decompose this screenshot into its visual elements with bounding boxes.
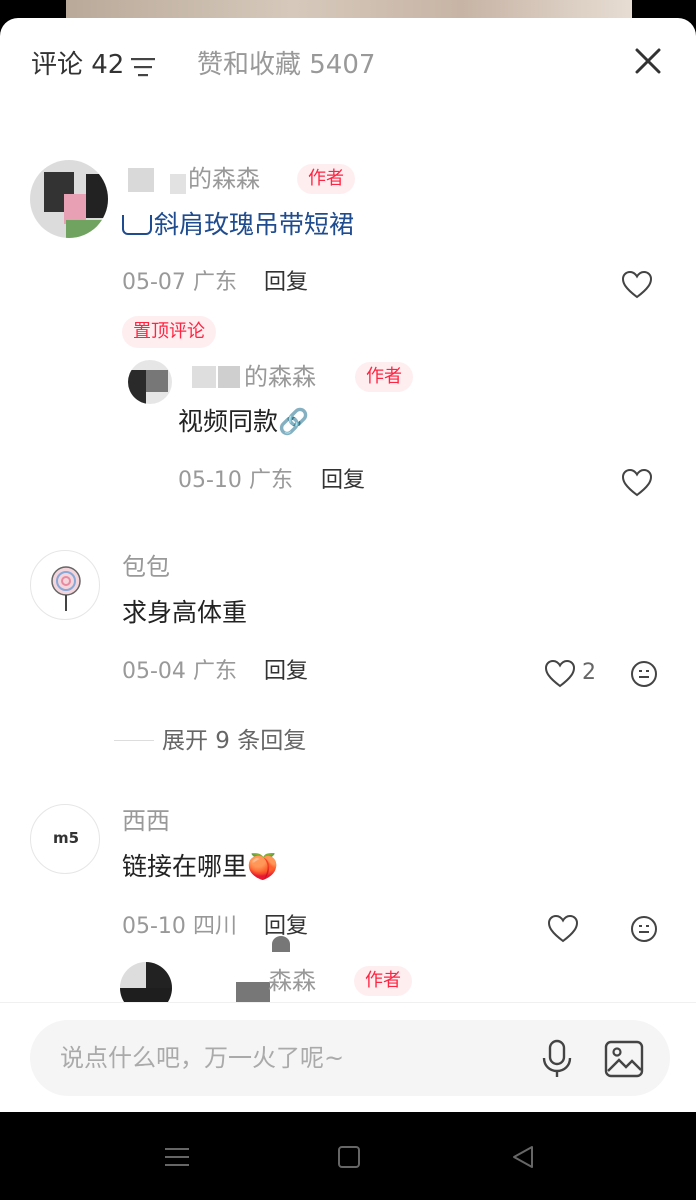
reply-username[interactable]: 的森森 [244,363,316,391]
reply-button[interactable]: 回复 [264,914,308,940]
menu-icon[interactable] [162,1142,192,1172]
comment-location: 四川 [192,914,237,939]
back-triangle-icon[interactable] [508,1142,538,1172]
comment-date: 05-04 [122,659,186,684]
heart-icon[interactable] [622,469,652,497]
comment-sheet: 评论 42 赞和收藏 5407 的森森 作者 斜肩玫瑰吊带短裙 05-07 广东 [0,18,696,1112]
comment-list[interactable]: 的森森 作者 斜肩玫瑰吊带短裙 05-07 广东 回复 置顶评论 的森森 作者 … [0,110,696,1002]
username-redaction [236,982,270,1002]
avatar-pixel-block [128,370,146,404]
avatar-pixel-block [86,174,108,218]
comment-input-bar: 说点什么吧，万一火了呢~ [0,1002,696,1112]
reply-text: 视频同款🔗 [178,407,310,436]
comment-location: 广东 [192,270,237,295]
avatar-pixel-block [146,370,168,392]
system-nav-bar [0,1112,696,1200]
reply-meta: 05-10 广东 [178,468,293,494]
username-redaction [170,174,186,194]
avatar[interactable]: m5 [30,804,100,874]
author-badge: 作者 [354,966,412,996]
avatar[interactable] [30,550,100,620]
comment-username[interactable]: 的森森 [188,165,260,193]
home-square-icon[interactable] [334,1142,364,1172]
emoji-react-icon[interactable] [630,660,658,688]
input-placeholder: 说点什么吧，万一火了呢~ [60,1044,345,1072]
avatar[interactable] [120,962,172,1002]
avatar-text: m5 [52,829,80,847]
username-redaction [128,168,154,192]
image-icon[interactable] [604,1039,644,1079]
avatar-pixel-block [120,962,146,988]
comment-text: 求身高体重 [122,598,248,627]
avatar[interactable] [30,160,108,238]
image-redaction [272,936,290,952]
reply-button[interactable]: 回复 [264,659,308,685]
comment-header: 评论 42 赞和收藏 5407 [0,18,696,110]
comment-text: 斜肩玫瑰吊带短裙 [122,210,354,240]
comment-meta: 05-10 四川 [122,914,237,940]
microphone-icon[interactable] [540,1039,574,1079]
lollipop-icon [51,566,81,611]
comment-meta: 05-04 广东 [122,659,237,685]
expand-divider [114,740,154,741]
comment-username[interactable]: 包包 [122,553,170,581]
reply-button[interactable]: 回复 [321,468,365,494]
heart-icon[interactable] [548,915,578,943]
emoji-react-icon[interactable] [630,915,658,943]
comment-text-content: 斜肩玫瑰吊带短裙 [154,210,355,239]
reply-username[interactable]: 森森 [268,967,316,995]
comment-username[interactable]: 西西 [122,807,170,835]
comment-location: 广东 [192,659,237,684]
avatar-pixel-block [66,220,108,238]
avatar-pixel-block [120,988,172,1002]
reply-location: 广东 [248,468,293,493]
filter-icon[interactable] [131,57,155,77]
heart-icon[interactable] [545,660,575,688]
like-count: 2 [582,660,596,685]
avatar[interactable] [128,360,172,404]
tab-comments[interactable]: 评论 42 [31,50,124,80]
reply-button[interactable]: 回复 [264,270,308,296]
comment-date: 05-10 [122,914,186,939]
author-badge: 作者 [355,362,413,392]
username-redaction [218,366,240,388]
reply-date: 05-10 [178,468,242,493]
tab-likes-and-saves[interactable]: 赞和收藏 5407 [197,50,375,80]
pinned-comment-badge: 置顶评论 [122,316,216,348]
comment-date: 05-07 [122,270,186,295]
comment-meta: 05-07 广东 [122,270,237,296]
expand-replies-button[interactable]: 展开 9 条回复 [162,727,306,755]
author-badge: 作者 [297,164,355,194]
comment-input[interactable]: 说点什么吧，万一火了呢~ [30,1020,670,1096]
close-icon[interactable] [632,45,664,77]
comment-text: 链接在哪里🍑 [122,852,279,881]
heart-icon[interactable] [622,271,652,299]
avatar-pixel-block [146,962,172,988]
username-redaction [192,366,216,388]
